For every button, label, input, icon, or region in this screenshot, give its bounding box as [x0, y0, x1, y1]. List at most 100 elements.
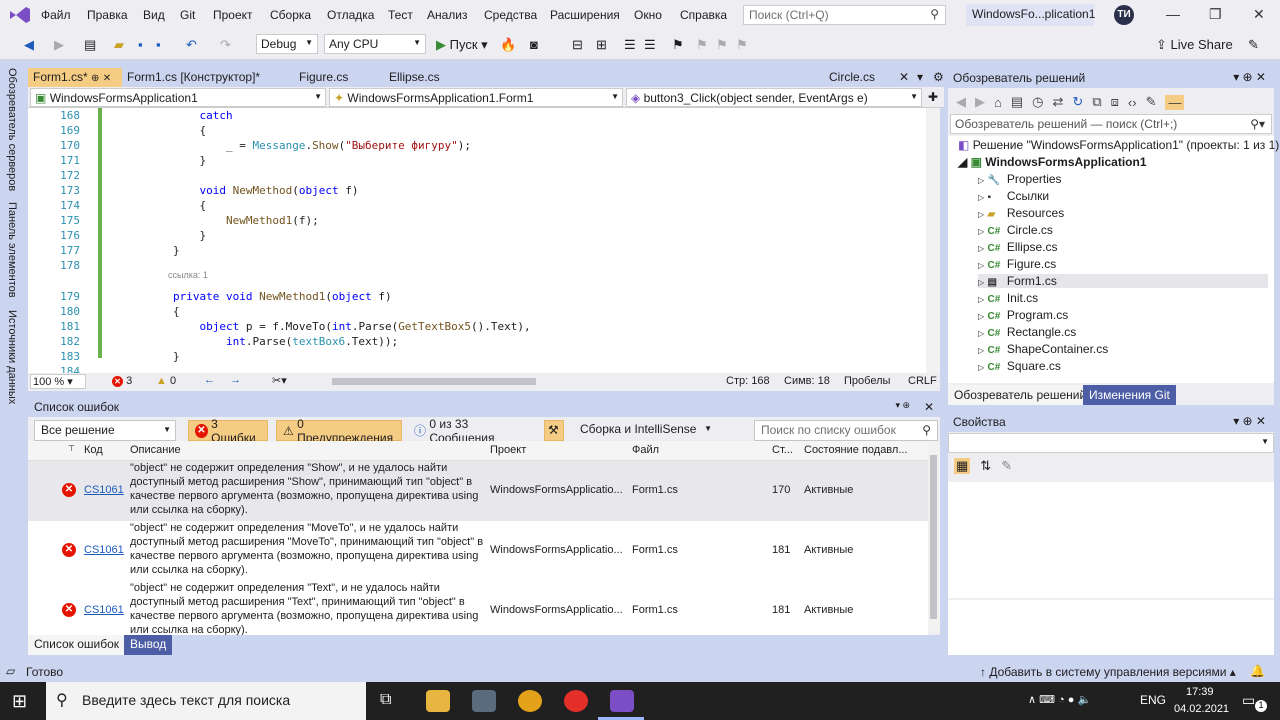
split-icon[interactable]: ✚ [924, 88, 940, 107]
save-all-icon[interactable]: ▪ [156, 37, 161, 52]
vertical-scrollbar[interactable] [926, 108, 940, 373]
tree-item[interactable]: ▷ ▤ Form1.cs [978, 274, 1268, 288]
expand-icon[interactable]: ▷ [978, 244, 984, 253]
tray-icons[interactable]: ∧ ⌨ ◔ ● 🔈 [1028, 693, 1091, 706]
next-issue-icon[interactable]: → [230, 374, 241, 386]
horizontal-scrollbar[interactable] [328, 378, 698, 386]
col-line[interactable]: Ст... [772, 444, 793, 456]
save-icon[interactable]: ▪ [138, 37, 143, 52]
filter-icon[interactable]: ⚒ [544, 420, 564, 441]
tab-data-sources[interactable]: Источники данных [6, 310, 18, 404]
visual-studio-taskbar-icon[interactable] [610, 690, 634, 712]
warning-count[interactable]: ▲ 0 [156, 375, 176, 387]
tree-item[interactable]: ▷ ▪ Ссылки [978, 189, 1049, 203]
layout-icon[interactable]: ⊞ [596, 37, 607, 53]
tab-figure-cs[interactable]: Figure.cs [294, 68, 382, 87]
hot-reload-icon[interactable]: 🔥 [500, 37, 516, 53]
code-line[interactable]: _ = Messange.Show("Выберите фигуру"); [120, 139, 471, 152]
code-line[interactable]: } [120, 350, 180, 363]
prev-bookmark-icon[interactable]: ⚑ [696, 37, 708, 53]
back-icon[interactable]: ◀ [956, 94, 966, 110]
tree-project[interactable]: ◢ ▣ WindowsFormsApplication1 [958, 155, 1147, 169]
alphabetical-icon[interactable]: ⇅ [980, 458, 991, 474]
tree-item[interactable]: ▷ C# Init.cs [978, 291, 1038, 305]
platform-select[interactable]: Any CPU ▼ [324, 34, 426, 54]
error-code-link[interactable]: CS1061 [84, 484, 124, 496]
new-project-icon[interactable]: ▤ [84, 37, 96, 53]
column-indicator[interactable]: Симв: 18 [784, 375, 830, 387]
yandex-browser-icon[interactable] [564, 690, 588, 712]
member-dropdown[interactable]: ◈ button3_Click(object sender, EventArgs… [626, 88, 922, 107]
categorized-icon[interactable]: ▦ [954, 458, 971, 474]
tab-solution-explorer[interactable]: Обозреватель решений [948, 385, 1093, 405]
tab-output[interactable]: Вывод [124, 635, 173, 655]
next-bookmark-icon[interactable]: ⚑ [716, 37, 728, 53]
project-dropdown[interactable]: ▣ WindowsFormsApplication1 ▼ [30, 88, 326, 107]
code-line[interactable]: } [120, 154, 206, 167]
code-editor[interactable]: 168 catch 169 {170 _ = Messange.Show("Выб… [28, 108, 940, 373]
windows-start-icon[interactable]: ⊞ [12, 691, 27, 712]
tab-form1-designer[interactable]: Form1.cs [Конструктор]* [122, 68, 292, 87]
panel-controls-icon[interactable]: ▾ ⊕ ✕ [1233, 70, 1266, 84]
code-line[interactable]: { [120, 305, 180, 318]
menu-item[interactable]: Окно [634, 8, 662, 22]
code-line[interactable]: object p = f.MoveTo(int.Parse(GetTextBox… [120, 320, 530, 333]
language-indicator[interactable]: ENG [1140, 693, 1166, 707]
menu-item[interactable]: Средства [484, 8, 537, 22]
expand-icon[interactable]: ▷ [978, 193, 984, 202]
codelens-refs[interactable]: ссылка: 1 [168, 270, 208, 280]
col-suppression[interactable]: Состояние подавл... [804, 444, 908, 456]
messages-filter-button[interactable]: ⓘ 0 из 33 Сообщения [408, 417, 536, 445]
error-code-link[interactable]: CS1061 [84, 604, 124, 616]
start-button[interactable]: ▶ Пуск ▾ [436, 37, 488, 53]
menu-item[interactable]: Вид [143, 8, 165, 22]
table-row[interactable]: ✕ CS1061 "object" не содержит определения … [28, 521, 928, 581]
comment-icon[interactable]: ☰ [624, 37, 636, 53]
tab-toolbox[interactable]: Панель элементов [6, 202, 18, 298]
menu-item[interactable]: Справка [680, 8, 727, 22]
expand-icon[interactable]: ▷ [978, 363, 984, 372]
add-to-source-control-button[interactable]: ↑ Добавить в систему управления версиями… [980, 665, 1236, 679]
tab-error-list[interactable]: Список ошибок [28, 635, 126, 655]
tree-item[interactable]: ▷ C# Rectangle.cs [978, 325, 1076, 339]
object-selector[interactable]: ▼ [948, 433, 1274, 453]
redo-icon[interactable]: ↷ [220, 37, 231, 53]
dropdown-icon[interactable]: ▾ [912, 68, 928, 87]
close-icon[interactable]: ✕ [1253, 6, 1265, 23]
tree-item[interactable]: ▷ 🔧 Properties [978, 172, 1062, 186]
clock-date[interactable]: 04.02.2021 [1174, 703, 1229, 715]
expand-icon[interactable]: ▷ [978, 346, 984, 355]
clock-time[interactable]: 17:39 [1186, 686, 1214, 698]
clear-bookmarks-icon[interactable]: ⚑ [736, 37, 748, 53]
live-share-button[interactable]: ⇪ Live Share [1156, 37, 1233, 53]
cleanup-icon[interactable]: ✂▾ [272, 374, 287, 387]
zoom-select[interactable]: 100 % ▾ [30, 374, 86, 389]
preview-icon[interactable]: — [1165, 94, 1185, 110]
menu-item[interactable]: Git [180, 8, 195, 22]
properties-icon[interactable]: ✎ [1146, 94, 1157, 110]
restore-icon[interactable]: ❐ [1209, 6, 1222, 23]
close-icon[interactable]: ✕ [924, 400, 934, 414]
uncomment-icon[interactable]: ☰ [644, 37, 656, 53]
expand-icon[interactable]: ▷ [978, 227, 984, 236]
code-line[interactable]: { [120, 124, 206, 137]
tab-server-explorer[interactable]: Обозреватель серверов [6, 68, 18, 191]
code-line[interactable]: { [120, 199, 206, 212]
search-input[interactable]: Поиск (Ctrl+Q) ⚲ [743, 5, 946, 25]
property-pages-icon[interactable]: ✎ [1001, 458, 1012, 474]
menu-item[interactable]: Отладка [327, 8, 374, 22]
error-list-scrollbar[interactable] [928, 441, 940, 633]
col-code[interactable]: Код [84, 444, 103, 456]
chrome-icon[interactable] [518, 690, 542, 712]
notifications-icon[interactable]: 🔔 [1250, 664, 1265, 678]
class-dropdown[interactable]: ✦ WindowsFormsApplication1.Form1 ▼ [329, 88, 623, 107]
solution-name-badge[interactable]: WindowsFo...plication1 [966, 4, 1095, 26]
error-count[interactable]: ✕ 3 [112, 375, 132, 387]
tab-ellipse-cs[interactable]: Ellipse.cs [384, 68, 472, 87]
warnings-filter-button[interactable]: ⚠ 0 Предупреждения [276, 417, 402, 445]
bookmark-icon[interactable]: ⚑ [672, 37, 684, 53]
tree-item[interactable]: ▷ C# Ellipse.cs [978, 240, 1058, 254]
error-search-input[interactable]: Поиск по списку ошибок ⚲ [754, 420, 938, 441]
menu-item[interactable]: Анализ [427, 8, 468, 22]
forward-icon[interactable]: ▶ [54, 37, 64, 53]
